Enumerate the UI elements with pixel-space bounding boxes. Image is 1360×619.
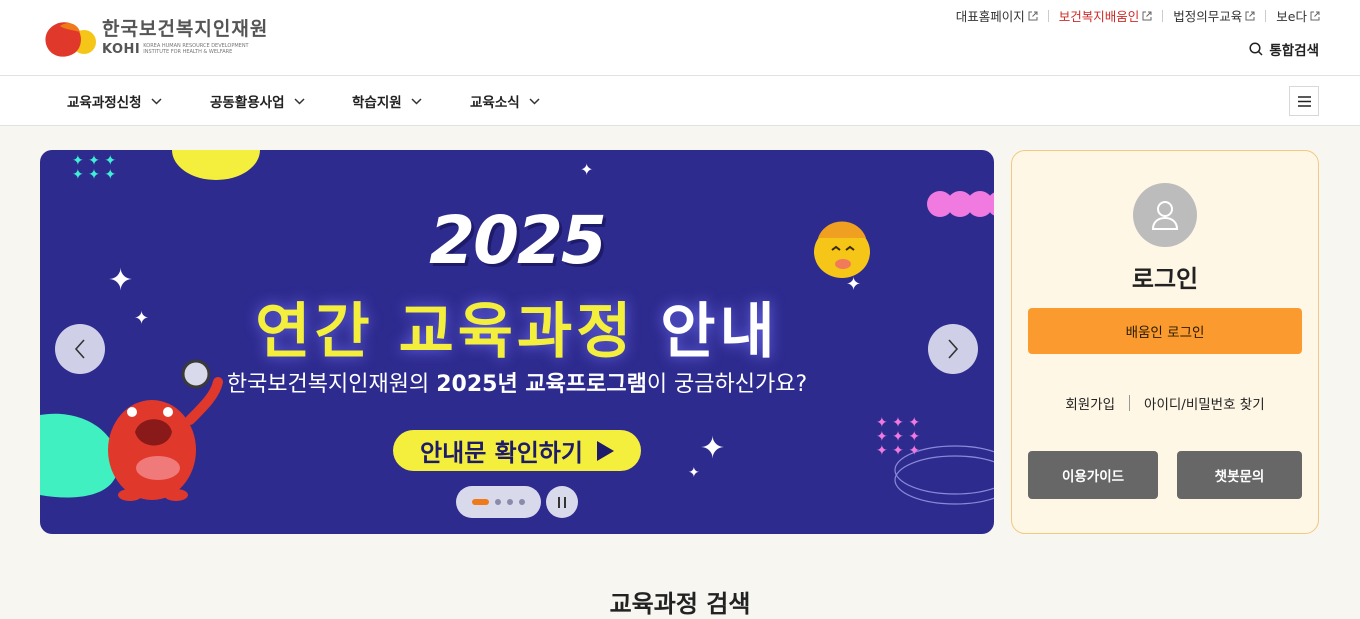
chatbot-button[interactable]: 챗봇문의 (1177, 451, 1302, 499)
banner-headline: 연간 교육과정 안내 (40, 283, 994, 370)
play-triangle-icon (596, 440, 614, 461)
pagination-dot-4[interactable] (519, 499, 525, 505)
util-link-main-homepage[interactable]: 대표홈페이지 (946, 6, 1048, 25)
all-menu-button[interactable] (1289, 86, 1319, 116)
headline-part: 연간 (255, 297, 374, 367)
nav-item-education-news[interactable]: 교육소식 (470, 76, 540, 126)
logo-subtitle: KOREA HUMAN RESOURCE DEVELOPMENT INSTITU… (143, 43, 249, 55)
nav-item-label: 교육과정신청 (67, 95, 142, 111)
util-link-label: 보건복지배움인 (1058, 9, 1140, 24)
banner-year: 2025 (429, 202, 607, 279)
user-icon (1151, 201, 1179, 230)
nav-item-course-application[interactable]: 교육과정신청 (67, 76, 162, 126)
subtitle-part: 2025년 교육프로그램 (436, 372, 647, 397)
pause-icon (556, 493, 568, 512)
nav-item-learning-support[interactable]: 학습지원 (352, 76, 422, 126)
baeumin-login-button[interactable]: 배움인 로그인 (1028, 308, 1302, 354)
external-link-icon (1310, 11, 1320, 20)
main-banner-slider[interactable]: ✦ ✦ ✦ ✦ ✦ ✦ ✦ ✦ ✦ ✦ ✦ ✦ ✦ ✦ ✦ ✦ ✦ ✦ ✦ ✦ ✦ 2… (40, 150, 994, 534)
nav-item-label: 학습지원 (352, 95, 402, 111)
external-link-icon (1142, 11, 1152, 20)
sparkle-icon: ✦ (700, 431, 726, 466)
utility-nav: 대표홈페이지 보건복지배움인 법정의무교육 보e다 (946, 6, 1320, 25)
user-guide-button[interactable]: 이용가이드 (1028, 451, 1158, 499)
chevron-down-icon (411, 97, 422, 105)
banner-cta-button[interactable]: 안내문 확인하기 (393, 430, 641, 471)
util-link-baeumin[interactable]: 보건복지배움인 (1049, 6, 1163, 25)
banner-next-button[interactable] (928, 324, 978, 374)
nav-item-label: 공동활용사업 (210, 95, 285, 111)
chevron-right-icon (948, 339, 959, 359)
util-link-label: 법정의무교육 (1173, 9, 1243, 24)
login-panel: 로그인 배움인 로그인 회원가입 아이디/비밀번호 찾기 이용가이드 챗봇문의 (1011, 150, 1319, 534)
site-logo[interactable]: 한국보건복지인재원 KOHI KOREA HUMAN RESOURCE DEVE… (40, 14, 268, 60)
avatar (1133, 183, 1197, 247)
search-icon (1249, 42, 1263, 56)
logo-english-name: KOHI (102, 41, 141, 57)
course-search-heading: 교육과정 검색 (609, 590, 751, 618)
login-links: 회원가입 아이디/비밀번호 찾기 (1012, 393, 1318, 413)
hamburger-menu-icon (1297, 95, 1311, 107)
sparkle-icon: ✦ (580, 160, 594, 179)
sparkle-icon: ✦ ✦ ✦ ✦ ✦ ✦ (72, 153, 117, 183)
logo-korean-name: 한국보건복지인재원 (102, 17, 269, 40)
external-link-icon (1245, 11, 1255, 20)
main-nav: 교육과정신청 공동활용사업 학습지원 교육소식 (0, 76, 1360, 126)
pagination-dot-1[interactable] (472, 499, 489, 505)
signup-link[interactable]: 회원가입 (1051, 393, 1129, 413)
headline-part: 교육과정 (398, 297, 636, 367)
banner-pause-button[interactable] (546, 486, 578, 518)
sparkle-icon: ✦ (688, 465, 700, 481)
banner-prev-button[interactable] (55, 324, 105, 374)
nav-item-joint-project[interactable]: 공동활용사업 (210, 76, 305, 126)
cta-label: 안내문 확인하기 (420, 439, 583, 467)
util-link-mandatory-education[interactable]: 법정의무교육 (1163, 6, 1265, 25)
chevron-left-icon (74, 339, 85, 359)
sparkle-icon: ✦ ✦ ✦ ✦ ✦ ✦ ✦ ✦ ✦ (876, 415, 921, 459)
login-title: 로그인 (1131, 265, 1199, 293)
chevron-down-icon (529, 97, 540, 105)
pagination-dot-2[interactable] (495, 499, 501, 505)
banner-pagination (456, 486, 541, 518)
nav-item-label: 교육소식 (470, 95, 520, 111)
find-account-link[interactable]: 아이디/비밀번호 찾기 (1130, 393, 1279, 413)
subtitle-part: 한국보건복지인재원의 (226, 372, 437, 397)
util-link-boeda[interactable]: 보e다 (1266, 6, 1320, 25)
util-link-label: 대표홈페이지 (955, 9, 1025, 24)
pagination-dot-3[interactable] (507, 499, 513, 505)
integrated-search-button[interactable]: 통합검색 (1249, 39, 1319, 59)
chevron-down-icon (151, 97, 162, 105)
headline-part: 안내 (660, 297, 779, 367)
site-header: 한국보건복지인재원 KOHI KOREA HUMAN RESOURCE DEVE… (0, 0, 1360, 76)
banner-subtitle: 한국보건복지인재원의 2025년 교육프로그램이 궁금하신가요? (40, 366, 994, 398)
util-link-label: 보e다 (1276, 9, 1307, 24)
logo-mark-icon (40, 14, 98, 60)
chevron-down-icon (294, 97, 305, 105)
subtitle-part: 이 궁금하신가요? (646, 372, 808, 397)
search-label: 통합검색 (1269, 43, 1319, 59)
external-link-icon (1028, 11, 1038, 20)
